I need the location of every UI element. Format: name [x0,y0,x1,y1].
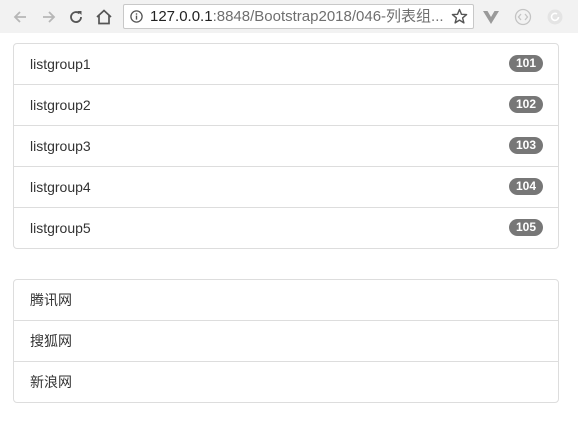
list-item-label: 腾讯网 [30,292,72,308]
code-extension-icon [514,8,532,26]
code-extension[interactable] [512,6,534,28]
list-item[interactable]: listgroup3 103 [14,125,558,166]
badge-list-group: listgroup1 101 listgroup2 102 listgroup3… [13,43,559,249]
browser-toolbar: 127.0.0.1:8848/Bootstrap2018/046-列表组.... [0,0,578,33]
reload-icon [70,11,82,23]
list-item-sina[interactable]: 新浪网 [14,361,558,402]
count-badge: 101 [508,55,543,72]
list-item[interactable]: listgroup5 105 [14,207,558,248]
refresh-extension[interactable] [544,6,566,28]
list-item-label: 新浪网 [30,374,72,390]
list-item[interactable]: listgroup4 104 [14,166,558,207]
list-item-label: 搜狐网 [30,333,72,349]
vue-devtools-extension[interactable] [480,6,502,28]
arrow-right-icon [43,11,56,23]
url-host: 127.0.0.1 [150,8,213,25]
url-text[interactable]: 127.0.0.1:8848/Bootstrap2018/046-列表组.... [150,5,444,28]
refresh-extension-icon [547,9,563,25]
forward-button[interactable] [38,6,60,28]
list-item-label: listgroup1 [30,56,91,72]
home-button[interactable] [93,6,115,28]
reload-button[interactable] [65,6,87,28]
address-bar[interactable]: 127.0.0.1:8848/Bootstrap2018/046-列表组.... [123,4,474,29]
list-item-sohu[interactable]: 搜狐网 [14,320,558,361]
list-item[interactable]: listgroup1 101 [14,44,558,84]
list-item-label: listgroup2 [30,97,91,113]
vue-devtools-icon [483,11,499,24]
count-badge: 105 [508,219,543,236]
list-item-label: listgroup4 [30,179,91,195]
list-item-label: listgroup3 [30,138,91,154]
star-icon[interactable] [451,8,468,25]
count-badge: 103 [508,137,543,154]
list-item-label: listgroup5 [30,220,91,236]
home-icon [96,9,112,25]
info-icon[interactable] [130,10,143,23]
count-badge: 102 [508,96,543,113]
url-path: :8848/Bootstrap2018/046-列表组.... [212,8,444,25]
back-button[interactable] [9,6,31,28]
count-badge: 104 [508,178,543,195]
sites-list-group: 腾讯网 搜狐网 新浪网 [13,279,559,403]
list-item-tencent[interactable]: 腾讯网 [14,280,558,320]
list-item[interactable]: listgroup2 102 [14,84,558,125]
arrow-left-icon [13,11,26,23]
